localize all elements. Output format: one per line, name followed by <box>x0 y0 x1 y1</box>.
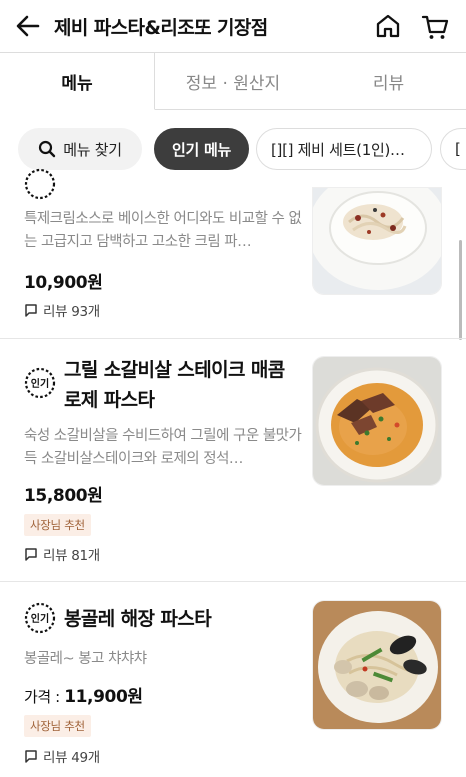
popular-menu-chip[interactable]: 인기 메뉴 <box>154 128 249 170</box>
menu-item-price: 15,800원 <box>24 481 103 506</box>
review-count-label: 리뷰 49개 <box>43 750 100 766</box>
next-category-chip[interactable]: [ <box>440 128 466 170</box>
back-arrow-icon[interactable] <box>14 12 42 40</box>
menu-item-description: 숙성 소갈비살을 수비드하여 그릴에 구운 불맛가득 소갈비살스테이크와 로제의… <box>24 428 302 467</box>
popular-badge-icon <box>24 168 56 200</box>
popular-badge-icon: 인기 <box>24 602 56 634</box>
menu-item-description: 특제크림소스로 베이스한 어디와도 비교할 수 없는 고급지고 담백하고 고소한… <box>24 211 302 250</box>
tab-review[interactable]: 리뷰 <box>311 52 466 110</box>
cream-pasta-image <box>313 188 441 294</box>
tab-info[interactable]: 정보 · 원산지 <box>155 52 311 110</box>
menu-item-description: 봉골레~ 봉고 챠챠챠 <box>24 651 147 667</box>
menu-item-price: 가격 : 11,900원 <box>24 682 143 707</box>
owner-recommend-badge: 사장님 추천 <box>24 715 91 737</box>
comment-icon <box>25 548 37 561</box>
menu-item-name: 그릴 소갈비살 스테이크 매콤 로제 파스타 <box>64 359 285 411</box>
search-icon <box>39 140 56 158</box>
popular-badge-label: 인기 <box>31 612 49 625</box>
price-value: 10,900원 <box>24 273 103 293</box>
comment-icon <box>25 304 37 317</box>
tab-bar: 메뉴 정보 · 원산지 리뷰 <box>0 52 466 110</box>
steak-rose-pasta-image <box>313 357 441 485</box>
review-count-label: 리뷰 93개 <box>43 304 100 320</box>
menu-item-name: 봉골레 해장 파스타 <box>64 608 212 630</box>
review-count-label: 리뷰 81개 <box>43 548 100 564</box>
price-prefix: 가격 : <box>24 688 65 706</box>
menu-item-price: 10,900원 <box>24 268 103 293</box>
store-title: 제비 파스타&리조또 기장점 <box>54 17 268 39</box>
review-count[interactable]: 리뷰 49개 <box>24 746 100 766</box>
popular-badge-label: 인기 <box>31 377 49 390</box>
review-count[interactable]: 리뷰 93개 <box>24 300 100 320</box>
set-menu-chip[interactable]: [][] 제비 세트(1인)… <box>256 128 432 170</box>
menu-item-photo <box>312 600 442 730</box>
price-value: 15,800원 <box>24 486 103 506</box>
menu-search-chip[interactable]: 메뉴 찾기 <box>18 128 142 170</box>
menu-item-photo <box>312 187 442 295</box>
review-count[interactable]: 리뷰 81개 <box>24 544 100 564</box>
owner-recommend-badge: 사장님 추천 <box>24 514 91 536</box>
menu-item[interactable]: 특제크림소스로 베이스한 어디와도 비교할 수 없는 고급지고 담백하고 고소한… <box>0 168 466 338</box>
price-value: 11,900원 <box>64 687 143 707</box>
cart-icon[interactable] <box>420 12 450 42</box>
menu-item[interactable]: 인기 봉골레 해장 파스타 봉골레~ 봉고 챠챠챠 가격 : 11,900원 사… <box>0 582 466 777</box>
menu-filter-chips: 메뉴 찾기 인기 메뉴 [][] 제비 세트(1인)… [ <box>0 128 466 172</box>
home-icon[interactable] <box>374 12 402 40</box>
tab-menu[interactable]: 메뉴 <box>0 52 155 110</box>
menu-item[interactable]: 인기 그릴 소갈비살 스테이크 매콤 로제 파스타 숙성 소갈비살을 수비드하여… <box>0 339 466 581</box>
vongole-pasta-image <box>313 601 441 729</box>
comment-icon <box>25 750 37 763</box>
popular-badge-icon: 인기 <box>24 367 56 399</box>
app-header: 제비 파스타&리조또 기장점 <box>0 0 466 52</box>
menu-item-photo <box>312 356 442 486</box>
menu-search-label: 메뉴 찾기 <box>63 140 122 159</box>
